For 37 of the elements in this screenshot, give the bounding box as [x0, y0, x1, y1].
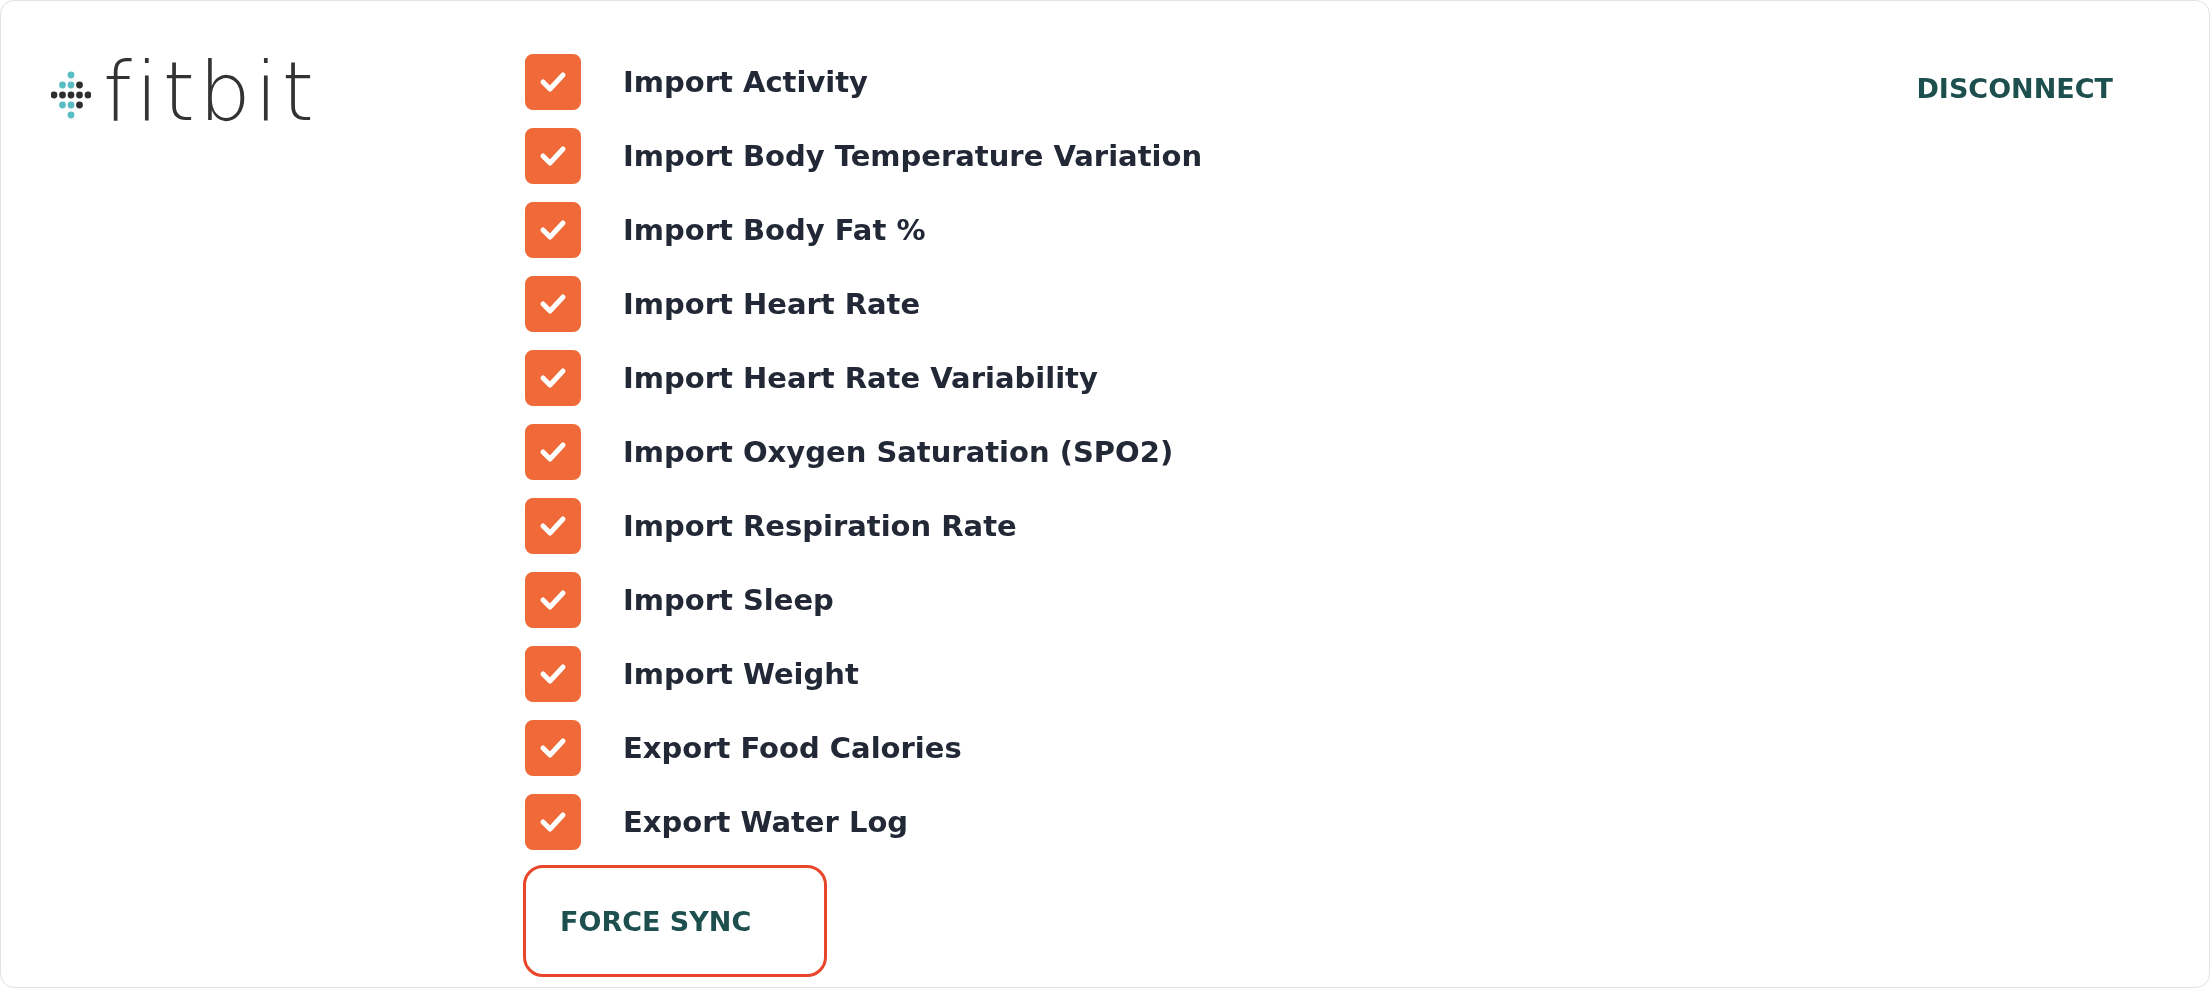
check-icon: [538, 218, 568, 242]
check-icon: [538, 366, 568, 390]
checkbox[interactable]: [525, 276, 581, 332]
option-label: Import Body Temperature Variation: [623, 139, 1203, 173]
logo-wordmark: fitbit: [103, 51, 318, 133]
check-icon: [538, 70, 568, 94]
logo-icon: [51, 71, 91, 119]
option-label: Import Body Fat %: [623, 213, 926, 247]
checkbox[interactable]: [525, 794, 581, 850]
checkbox[interactable]: [525, 424, 581, 480]
check-icon: [538, 514, 568, 538]
disconnect-link[interactable]: DISCONNECT: [1916, 73, 2113, 104]
check-icon: [538, 662, 568, 686]
checkbox[interactable]: [525, 720, 581, 776]
check-icon: [538, 810, 568, 834]
option-label: Import Weight: [623, 657, 859, 691]
checkbox[interactable]: [525, 54, 581, 110]
option-label: Export Water Log: [623, 805, 909, 839]
option-label: Import Respiration Rate: [623, 509, 1017, 543]
checkbox[interactable]: [525, 202, 581, 258]
force-sync-button[interactable]: FORCE SYNC: [523, 865, 827, 977]
option-label: Import Activity: [623, 65, 868, 99]
option-label: Import Oxygen Saturation (SPO2): [623, 435, 1174, 469]
option-label: Import Sleep: [623, 583, 834, 617]
checkbox[interactable]: [525, 350, 581, 406]
check-icon: [538, 144, 568, 168]
check-icon: [538, 440, 568, 464]
checkbox[interactable]: [525, 498, 581, 554]
checkbox[interactable]: [525, 646, 581, 702]
option-label: Export Food Calories: [623, 731, 962, 765]
check-icon: [538, 588, 568, 612]
check-icon: [538, 292, 568, 316]
checkbox[interactable]: [525, 128, 581, 184]
option-label: Import Heart Rate: [623, 287, 921, 321]
check-icon: [538, 736, 568, 760]
option-label: Import Heart Rate Variability: [623, 361, 1098, 395]
checkbox[interactable]: [525, 572, 581, 628]
